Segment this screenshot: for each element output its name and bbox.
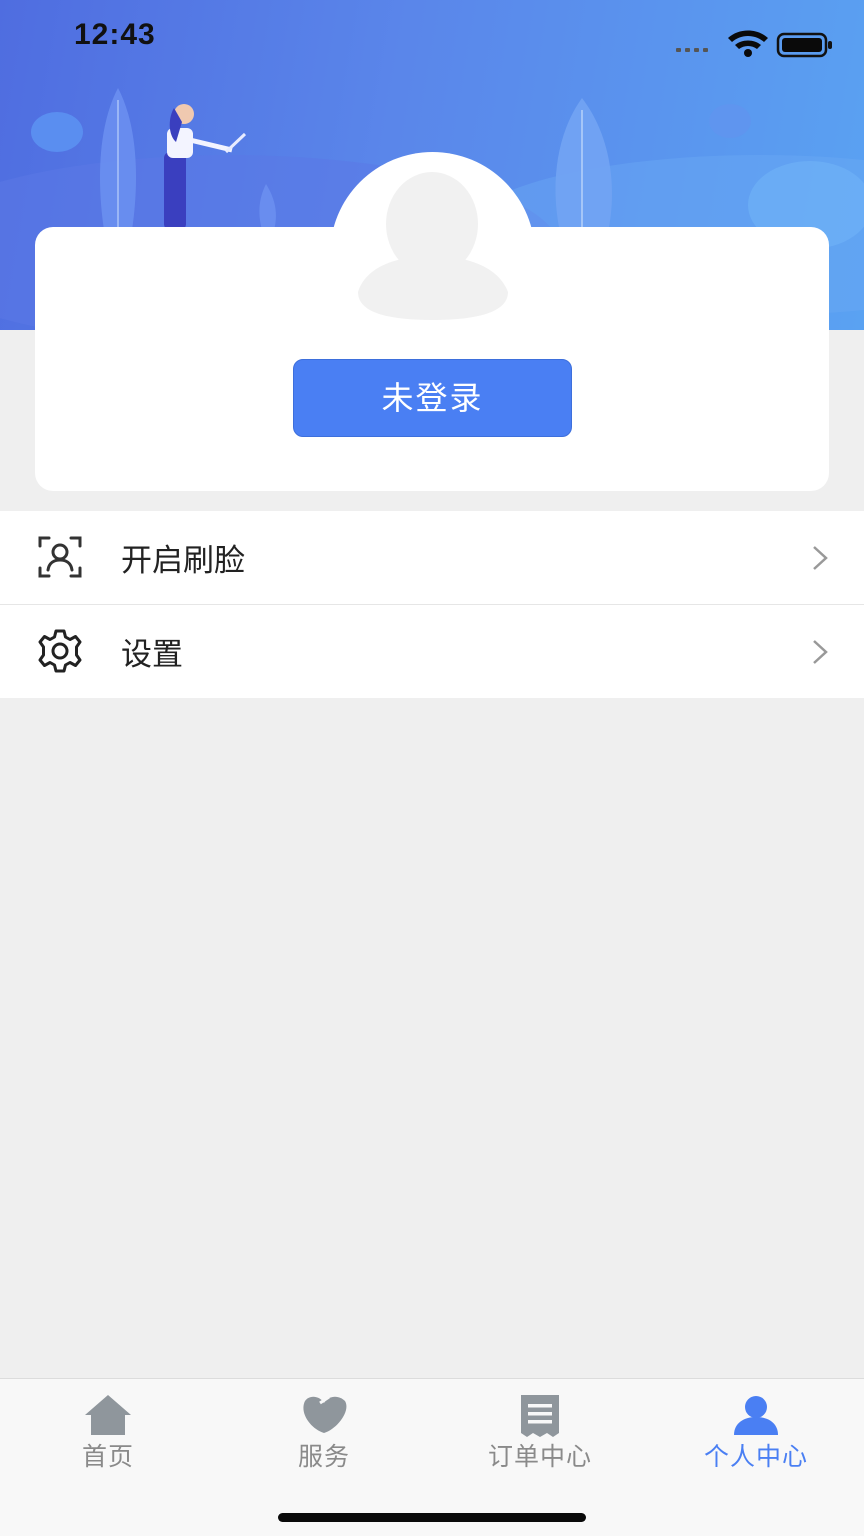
face-scan-icon (38, 536, 82, 578)
tab-orders[interactable]: 订单中心 (432, 1393, 648, 1483)
user-icon (734, 1396, 778, 1435)
tab-label-services: 服务 (297, 1442, 350, 1471)
avatar-placeholder-icon[interactable] (340, 162, 525, 332)
gear-icon (38, 629, 82, 673)
menu-label-settings: 设置 (121, 637, 183, 673)
chevron-right-icon (813, 546, 828, 570)
tab-label-profile: 个人中心 (703, 1442, 808, 1471)
status-indicators (674, 28, 834, 58)
profile-screen: 12:43 未登录 开启刷脸 设置 首页 服务 订单中心 个人中心 (0, 0, 864, 1536)
menu-label-face-login: 开启刷脸 (121, 543, 245, 579)
status-time: 12:43 (74, 18, 156, 51)
tab-home[interactable]: 首页 (0, 1393, 216, 1483)
tab-label-home: 首页 (81, 1442, 134, 1471)
chevron-right-icon (813, 640, 828, 664)
tab-label-orders: 订单中心 (487, 1442, 592, 1471)
menu-item-settings[interactable]: 设置 (0, 605, 864, 698)
signal-icon (676, 48, 708, 52)
battery-icon (776, 32, 832, 58)
profile-menu: 开启刷脸 设置 (0, 511, 864, 698)
order-list-icon (521, 1395, 559, 1437)
home-indicator (278, 1513, 586, 1522)
wifi-icon (728, 30, 768, 57)
heart-icon (303, 1395, 347, 1433)
home-icon (85, 1395, 131, 1435)
tab-services[interactable]: 服务 (216, 1393, 432, 1483)
login-button[interactable]: 未登录 (293, 359, 572, 437)
menu-item-face-login[interactable]: 开启刷脸 (0, 511, 864, 605)
tab-profile[interactable]: 个人中心 (648, 1393, 864, 1483)
